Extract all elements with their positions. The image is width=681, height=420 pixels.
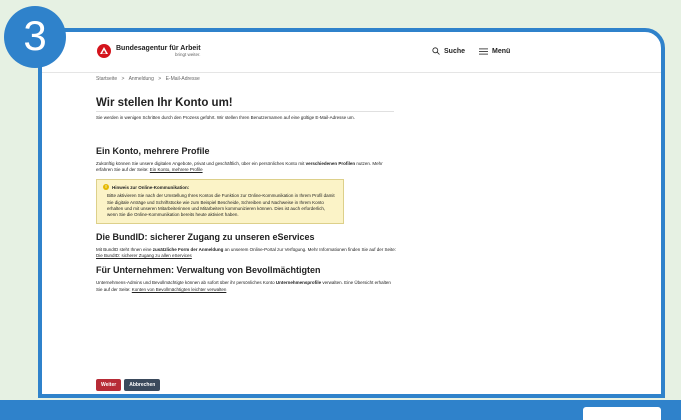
continue-button[interactable]: Weiter: [96, 379, 122, 391]
section-text-business: Unternehmens-Admins und Bevollmächtigte …: [96, 280, 391, 292]
link-business[interactable]: Konten von Bevollmächtigten leichter ver…: [132, 287, 227, 292]
link-bundid[interactable]: Die BundID: sicherer Zugang zu allen eSe…: [96, 253, 192, 258]
breadcrumb-separator: >: [158, 76, 162, 82]
warning-icon: !: [103, 184, 109, 191]
menu-label: Menü: [492, 47, 511, 55]
page-title: Wir stellen Ihr Konto um!: [96, 97, 233, 109]
ba-logo-icon: [97, 44, 111, 58]
menu-button[interactable]: Menü: [479, 48, 510, 55]
notice-box: ! Hinweis zur Online-Kommunikation: Bitt…: [96, 179, 344, 224]
search-button[interactable]: Suche: [432, 47, 465, 55]
site-header: Bundesagentur für Arbeit bringt weiter. …: [42, 32, 661, 73]
notice-title: Hinweis zur Online-Kommunikation:: [112, 184, 190, 190]
cancel-button[interactable]: Abbrechen: [124, 379, 161, 391]
logo-title: Bundesagentur für Arbeit: [116, 44, 201, 52]
section-heading-business: Für Unternehmen: Verwaltung von Bevollmä…: [96, 265, 321, 276]
breadcrumb-separator: >: [121, 76, 125, 82]
section-heading-profiles: Ein Konto, mehrere Profile: [96, 145, 210, 156]
section-heading-bundid: Die BundID: sicherer Zugang zu unseren e…: [96, 231, 315, 242]
notice-body: Bitte aktivieren Sie nach der Umstellung…: [107, 193, 335, 218]
search-label: Suche: [444, 47, 466, 55]
logo[interactable]: Bundesagentur für Arbeit bringt weiter.: [97, 44, 201, 58]
section-text-bundid: Mit BundID steht Ihnen eine zusätzliche …: [96, 246, 396, 258]
divider: [96, 111, 394, 112]
hamburger-icon: [479, 48, 489, 54]
breadcrumb-home[interactable]: Startseite: [96, 76, 117, 82]
link-profiles[interactable]: Ein Konto, mehrere Profile: [150, 167, 203, 172]
action-buttons: Weiter Abbrechen: [96, 379, 163, 391]
page-lead: Sie werden in wenigen Schritten durch de…: [96, 115, 355, 120]
breadcrumb: Startseite > Anmeldung > E-Mail-Adresse: [96, 76, 396, 82]
step-number-badge: 3: [4, 6, 66, 68]
logo-tagline: bringt weiter.: [175, 51, 201, 57]
browser-frame: Bundesagentur für Arbeit bringt weiter. …: [38, 28, 665, 398]
breadcrumb-login[interactable]: Anmeldung: [129, 76, 154, 82]
bottom-bar: [0, 400, 681, 420]
section-text-profiles: Zukünftig können Sie unsere digitalen An…: [96, 160, 383, 172]
bottom-tab[interactable]: [583, 407, 661, 420]
main-content: Startseite > Anmeldung > E-Mail-Adresse …: [96, 76, 396, 293]
search-icon: [432, 47, 440, 55]
breadcrumb-current: E-Mail-Adresse: [165, 76, 200, 82]
